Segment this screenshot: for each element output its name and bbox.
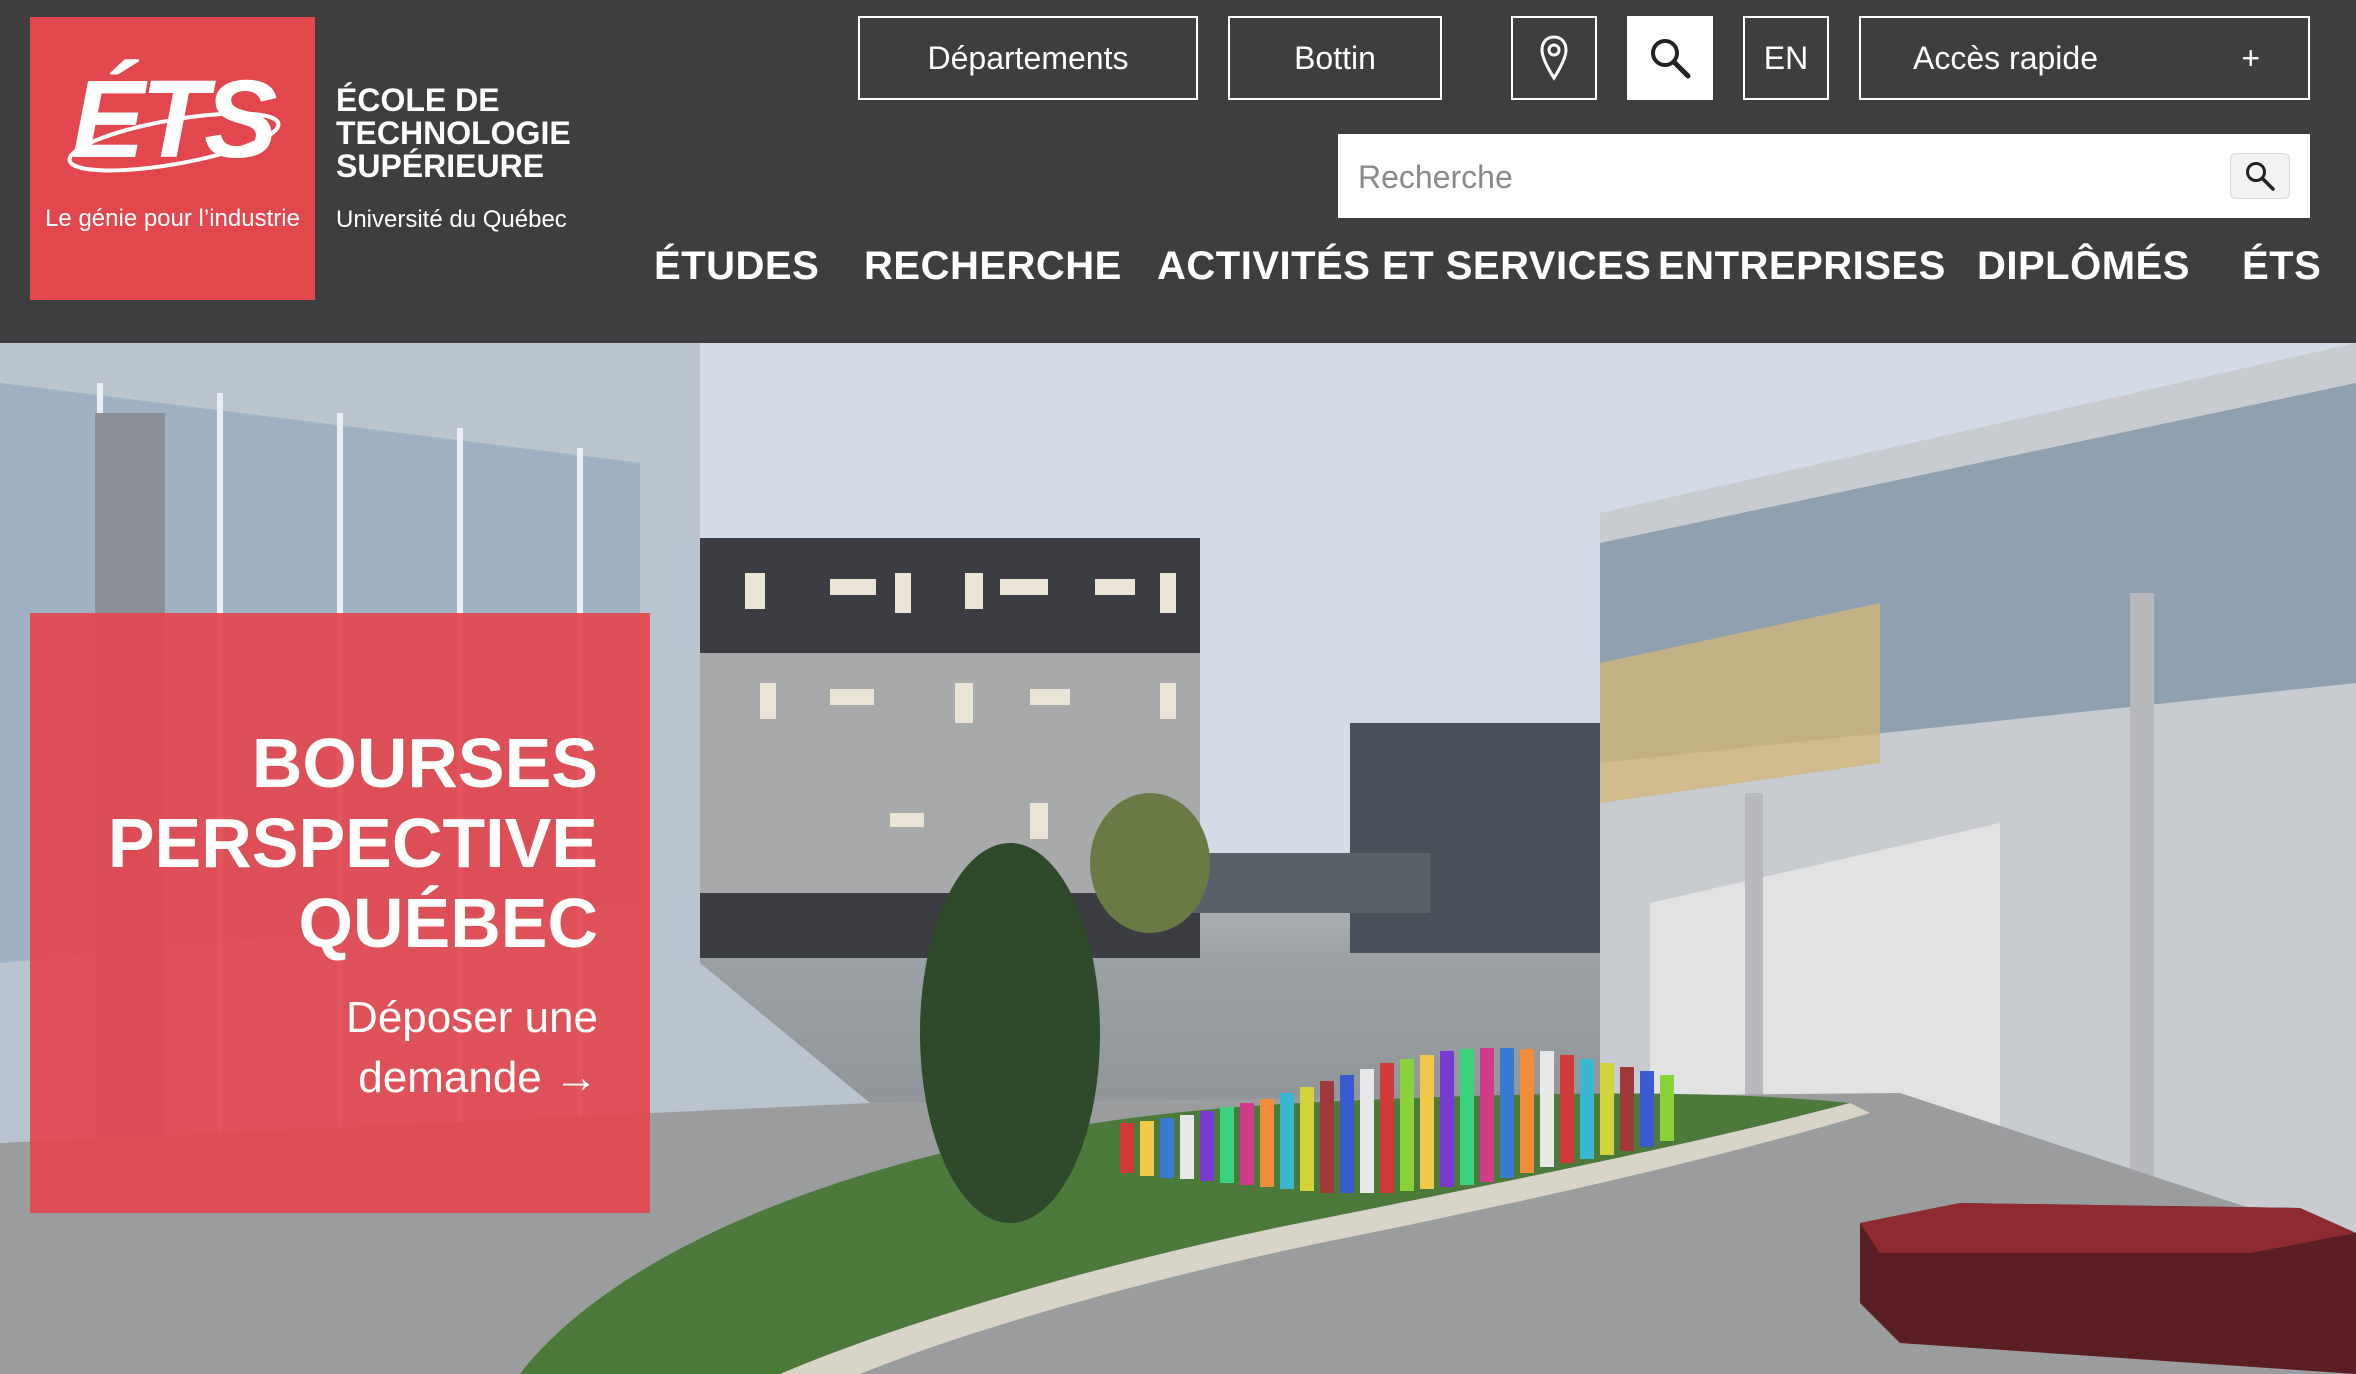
departments-button[interactable]: Départements — [858, 16, 1198, 100]
university-name: Université du Québec — [336, 206, 567, 233]
search-submit-button[interactable] — [2230, 153, 2290, 199]
nav-item-etudes[interactable]: ÉTUDES — [654, 244, 819, 289]
location-button[interactable] — [1511, 16, 1597, 100]
search-toggle-button[interactable] — [1627, 16, 1713, 100]
departments-label: Départements — [927, 39, 1129, 76]
language-label: EN — [1763, 39, 1809, 76]
quick-access-label: Accès rapide — [1913, 39, 2098, 76]
directory-label: Bottin — [1294, 39, 1376, 76]
site-header: ÉTS Le génie pour l’industrie ÉCOLE DE T… — [0, 0, 2356, 343]
nav-item-activites-services[interactable]: ACTIVITÉS ET SERVICES — [1157, 244, 1651, 289]
promo-apply-link[interactable]: Déposer une demande → — [30, 988, 598, 1108]
quick-access-button[interactable]: Accès rapide + — [1859, 16, 2310, 100]
language-button[interactable]: EN — [1743, 16, 1829, 100]
nav-item-recherche[interactable]: RECHERCHE — [864, 244, 1122, 289]
main-nav: ÉTUDES RECHERCHE ACTIVITÉS ET SERVICES E… — [0, 244, 2356, 304]
directory-button[interactable]: Bottin — [1228, 16, 1442, 100]
nav-item-ets[interactable]: ÉTS — [2242, 244, 2321, 289]
logo-tagline: Le génie pour l’industrie — [45, 205, 300, 232]
hero-banner: BOURSES PERSPECTIVE QUÉBEC Déposer une d… — [0, 343, 2356, 1374]
school-name: ÉCOLE DE TECHNOLOGIE SUPÉRIEURE — [336, 82, 571, 184]
search-input[interactable] — [1356, 134, 2160, 220]
promo-title: BOURSES PERSPECTIVE QUÉBEC — [107, 724, 598, 962]
map-pin-icon — [1540, 35, 1568, 81]
nav-item-diplomes[interactable]: DIPLÔMÉS — [1977, 244, 2190, 289]
logo-mark: ÉTS — [71, 58, 278, 181]
nav-item-entreprises[interactable]: ENTREPRISES — [1658, 244, 1946, 289]
search-icon — [1651, 39, 1691, 79]
search-icon — [2246, 162, 2275, 191]
plus-icon: + — [2241, 39, 2260, 76]
search-bar — [1338, 134, 2310, 220]
